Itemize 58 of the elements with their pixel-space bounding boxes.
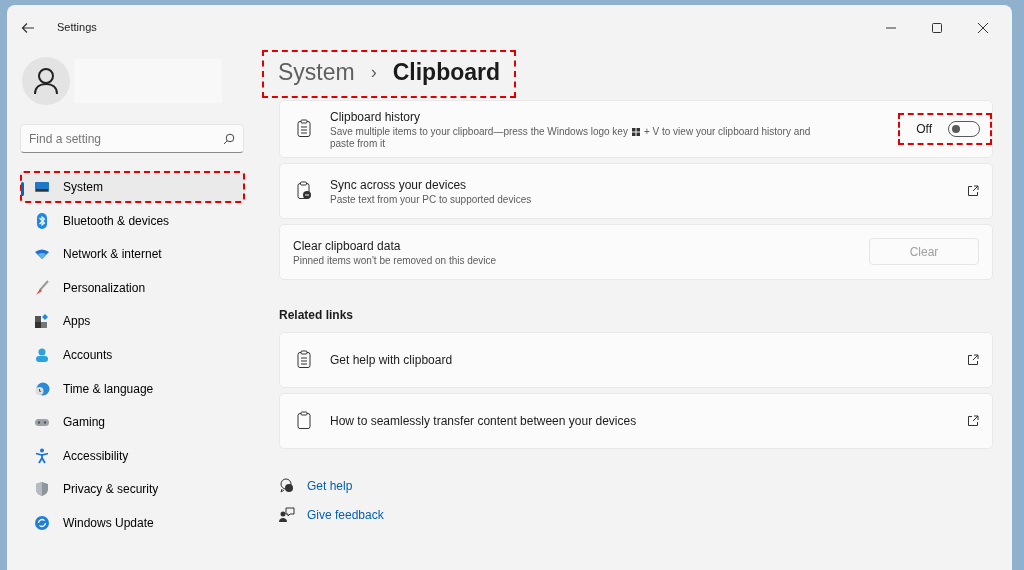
- person-icon: [33, 67, 59, 95]
- search-field[interactable]: Find a setting: [20, 124, 244, 153]
- setting-description: Pinned items won't be removed on this device: [293, 254, 498, 267]
- section-heading: Related links: [279, 306, 355, 324]
- sidebar-item[interactable]: Windows Update: [20, 506, 245, 539]
- clipboard-sync-icon: [296, 181, 312, 200]
- setting-title: Clear clipboard data: [293, 237, 402, 255]
- link-label: How to seamlessly transfer content between your devices: [330, 412, 638, 430]
- setting-description: paste from it: [330, 137, 387, 150]
- help-link[interactable]: Give feedback: [307, 505, 384, 524]
- help-link[interactable]: Get help: [307, 476, 353, 495]
- sidebar-item[interactable]: Privacy & security: [20, 473, 245, 506]
- link-label: Get help with clipboard: [330, 351, 454, 369]
- sidebar-item[interactable]: Bluetooth & devices: [20, 204, 245, 237]
- related-link[interactable]: Get help with clipboard: [279, 331, 993, 388]
- monitor-icon: [34, 179, 50, 195]
- setting-title: Clipboard history: [330, 108, 422, 126]
- sidebar-item[interactable]: System: [20, 171, 245, 203]
- sidebar-item[interactable]: Accounts: [20, 338, 245, 371]
- setting-title: Sync across your devices: [330, 176, 468, 194]
- accessibility-icon: [34, 447, 50, 464]
- sidebar-item[interactable]: Network & internet: [20, 238, 245, 271]
- shield-icon: [34, 481, 50, 498]
- maximize-icon: [932, 22, 942, 33]
- sidebar-item[interactable]: Accessibility: [20, 439, 245, 472]
- person-icon: [34, 346, 50, 363]
- apps-icon: [34, 313, 50, 330]
- sidebar-item[interactable]: Time & language: [20, 372, 245, 405]
- external-link-icon[interactable]: [967, 184, 979, 197]
- update-icon: [34, 514, 50, 531]
- sidebar-item[interactable]: Personalization: [20, 271, 245, 304]
- sidebar-item[interactable]: Gaming: [20, 406, 245, 439]
- clipboard-blank-icon: [296, 411, 312, 430]
- windows-logo-icon: [631, 127, 640, 136]
- page-title: Clipboard: [392, 58, 501, 87]
- clipboard-icon: [296, 119, 312, 138]
- clear-button: Clear: [869, 238, 979, 265]
- minimize-icon: [886, 26, 896, 29]
- external-link-icon: [967, 414, 979, 427]
- window-title: Settings: [57, 20, 97, 36]
- breadcrumb-separator: ›: [370, 60, 377, 84]
- breadcrumb-parent[interactable]: System: [278, 55, 355, 90]
- close-icon: [978, 22, 988, 33]
- globe-clock-icon: [34, 380, 50, 397]
- clipboard-icon: [296, 350, 312, 369]
- external-link-icon: [967, 353, 979, 366]
- search-icon: [223, 133, 235, 145]
- toggle-state-label: Off: [916, 120, 932, 138]
- setting-description: Paste text from your PC to supported devices: [330, 193, 533, 206]
- help-chat-icon: [279, 477, 295, 494]
- brush-icon: [34, 279, 50, 296]
- back-icon[interactable]: [21, 21, 35, 34]
- feedback-icon: [279, 506, 295, 523]
- sidebar-item[interactable]: Apps: [20, 305, 245, 338]
- bluetooth-icon: [34, 212, 50, 229]
- related-link[interactable]: How to seamlessly transfer content between your devices: [279, 392, 993, 449]
- setting-description: + V to view your clipboard history and: [643, 125, 811, 138]
- setting-description: Save multiple items to your clipboard—press the Windows logo key: [330, 125, 628, 138]
